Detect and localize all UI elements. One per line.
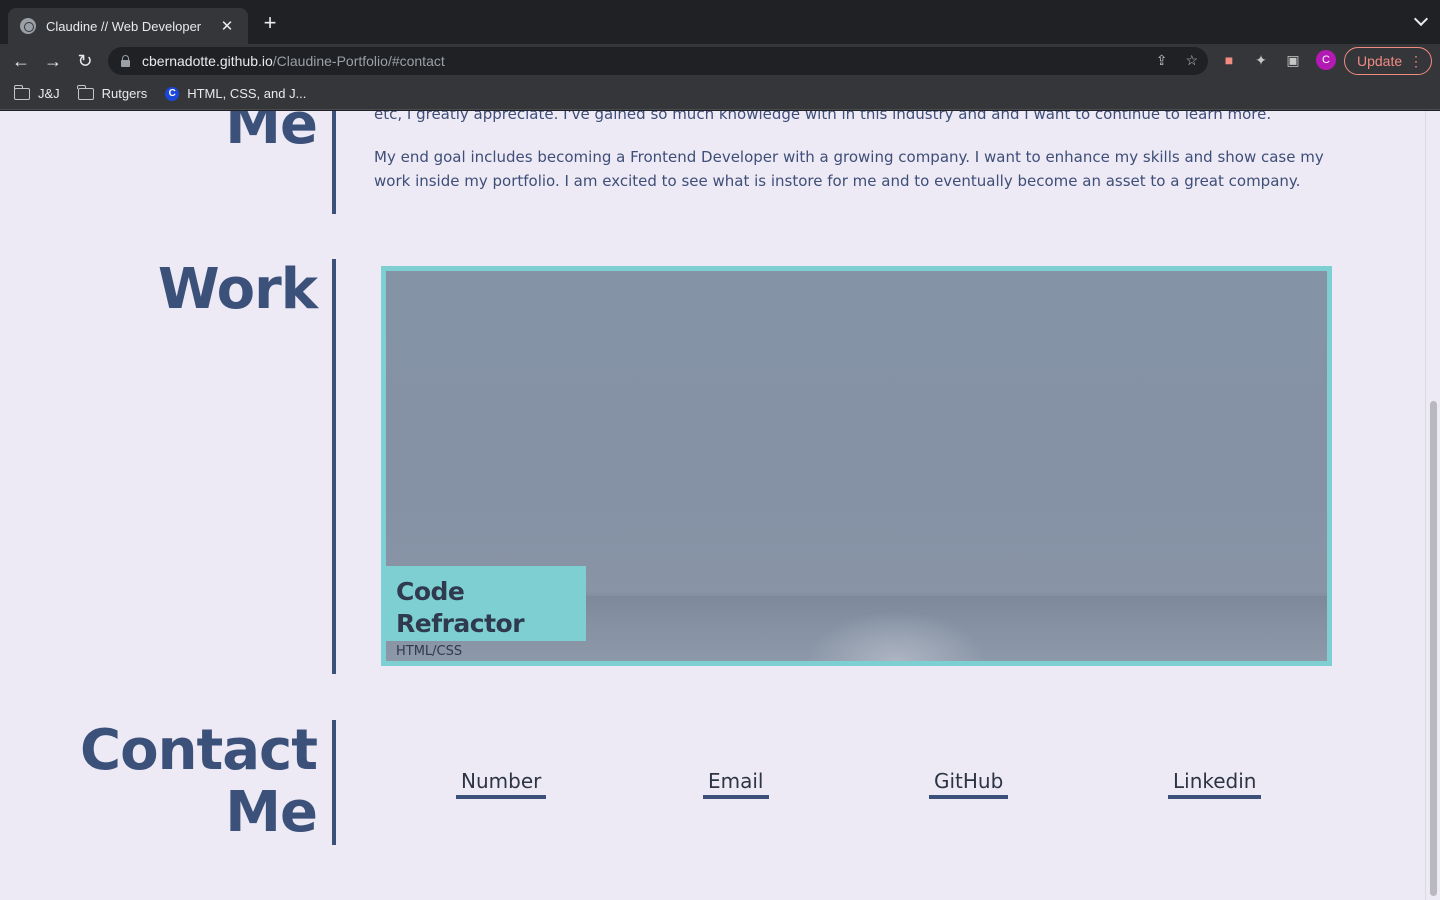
project-screenshot-spray	[806, 611, 986, 661]
about-paragraph-partial: etc, I greatly appreciate. I've gained s…	[374, 111, 1272, 123]
bookmark-html-css[interactable]: C HTML, CSS, and J...	[165, 86, 306, 101]
url-host: cbernadotte.github.io	[142, 53, 273, 69]
project-title: Code Refractor	[396, 577, 525, 638]
bookmark-folder-rutgers[interactable]: Rutgers	[77, 84, 148, 101]
bookmark-label: J&J	[38, 86, 60, 101]
about-paragraph-goal: My end goal includes becoming a Frontend…	[374, 148, 1324, 190]
extensions-puzzle-icon[interactable]: ✦	[1252, 51, 1270, 69]
tab-title: Claudine // Web Developer	[46, 18, 202, 34]
project-card[interactable]: Code Refractor HTML/CSS	[381, 266, 1332, 666]
reload-icon[interactable]: ↻	[74, 50, 96, 72]
page-scrollbar[interactable]	[1425, 111, 1440, 900]
side-panel-icon[interactable]: ▣	[1284, 51, 1302, 69]
more-menu-icon[interactable]: ⋮	[1409, 48, 1423, 74]
contact-link-email[interactable]: Email	[703, 767, 769, 799]
bookmark-star-icon[interactable]: ☆	[1185, 52, 1198, 69]
about-section-title: Me	[225, 111, 318, 157]
bookmark-label: Rutgers	[101, 86, 148, 101]
contact-link-linkedin[interactable]: Linkedin	[1168, 767, 1262, 799]
globe-icon	[20, 18, 36, 34]
folder-icon	[77, 84, 94, 100]
lock-icon[interactable]	[120, 55, 130, 67]
browser-toolbar: ← → ↻ cbernadotte.github.io /Claudine-Po…	[0, 44, 1440, 78]
contact-link-number[interactable]: Number	[456, 767, 547, 799]
forward-arrow-icon[interactable]: →	[42, 50, 64, 72]
contact-divider	[332, 720, 336, 845]
project-label[interactable]: Code Refractor HTML/CSS	[386, 566, 586, 659]
about-divider	[332, 111, 336, 214]
work-section-title: Work	[157, 257, 318, 322]
bookmark-folder-jj[interactable]: J&J	[13, 84, 60, 101]
project-tech: HTML/CSS	[396, 644, 463, 659]
update-button[interactable]: Update ⋮	[1344, 47, 1432, 75]
update-label: Update	[1357, 53, 1403, 69]
browser-tab[interactable]: Claudine // Web Developer ✕	[8, 8, 248, 44]
folder-icon	[13, 84, 30, 100]
share-icon[interactable]: ⇪	[1156, 52, 1168, 69]
url-path: /Claudine-Portfolio/#contact	[272, 53, 445, 69]
scrollbar-thumb[interactable]	[1430, 401, 1437, 896]
contact-section-title-line2: Me	[225, 780, 318, 845]
address-bar[interactable]: cbernadotte.github.io /Claudine-Portfoli…	[108, 47, 1208, 75]
profile-avatar[interactable]: C	[1316, 50, 1336, 70]
back-arrow-icon[interactable]: ←	[10, 50, 32, 72]
recorder-extension-icon[interactable]: ■	[1220, 51, 1238, 69]
work-divider	[332, 259, 336, 674]
contact-link-github[interactable]: GitHub	[929, 767, 1009, 799]
close-tab-icon[interactable]: ✕	[218, 17, 236, 35]
browser-tab-strip: Claudine // Web Developer ✕ +	[0, 0, 1440, 44]
tab-search-chevron-icon[interactable]	[1413, 11, 1429, 27]
bookmarks-bar: J&J Rutgers C HTML, CSS, and J...	[0, 78, 1440, 110]
new-tab-button[interactable]: +	[258, 12, 282, 34]
contact-section-title-line1: Contact	[80, 718, 318, 783]
bookmark-label: HTML, CSS, and J...	[187, 86, 307, 101]
site-c-icon: C	[165, 86, 180, 101]
page-viewport: Me etc, I greatly appreciate. I've gaine…	[0, 111, 1440, 900]
